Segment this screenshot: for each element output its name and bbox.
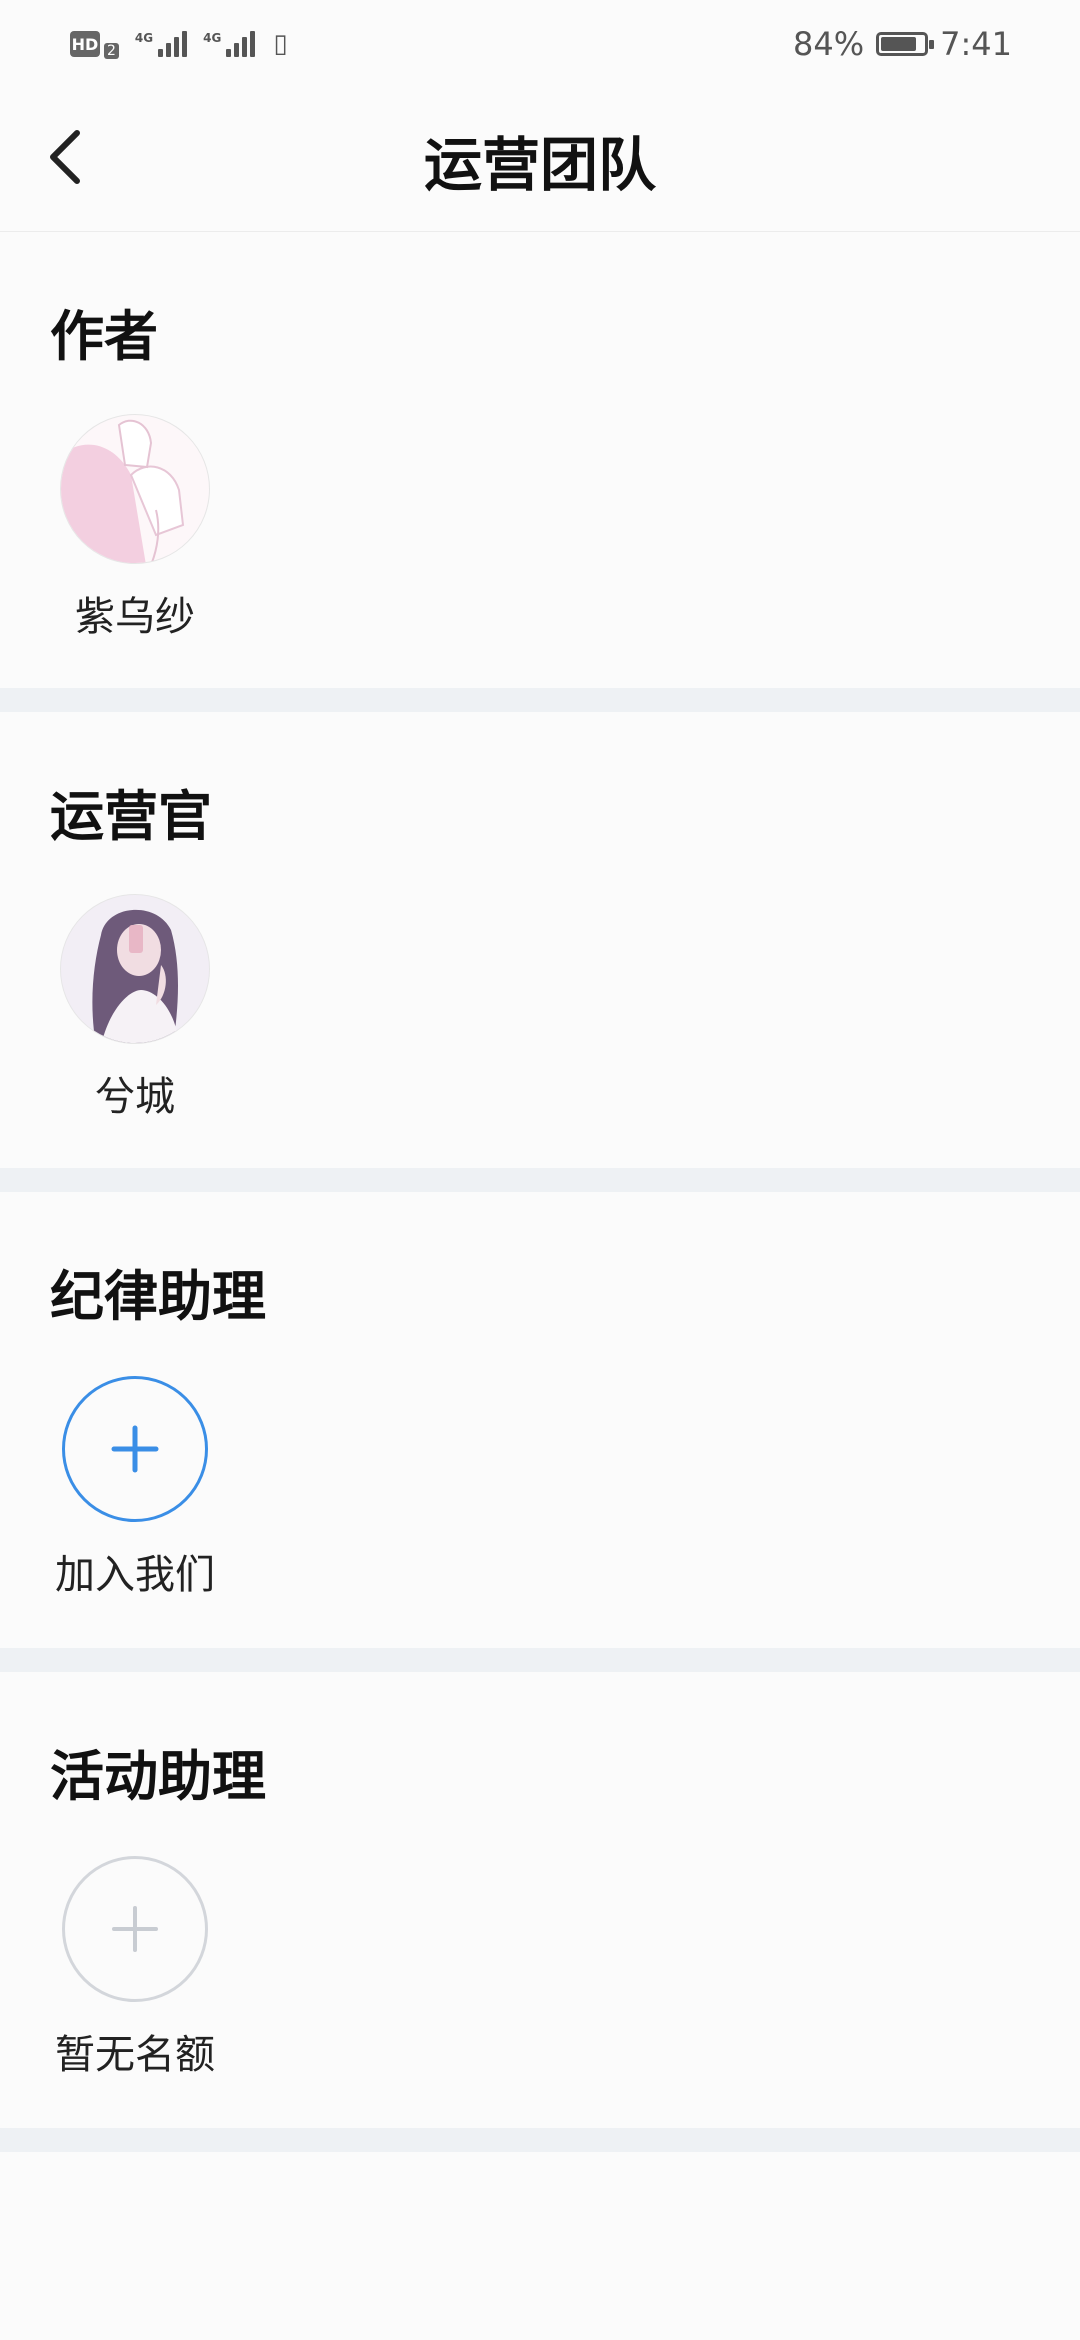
member-name: 紫乌纱 xyxy=(75,594,195,640)
section-divider xyxy=(0,1648,1080,1672)
hd-icon: HD xyxy=(70,31,100,57)
member-name: 兮城 xyxy=(95,1074,175,1120)
page-title: 运营团队 xyxy=(423,130,656,199)
signal-icon-2: 4G xyxy=(203,31,256,57)
no-slots-item: 暂无名额 xyxy=(50,1856,220,2080)
section-author: 作者 紫乌纱 xyxy=(0,232,1080,688)
battery-icon xyxy=(876,32,935,56)
status-left: HD 2 4G 4G ▯ xyxy=(70,29,288,59)
plus-icon xyxy=(112,1906,158,1952)
section-operator: 运营官 兮城 xyxy=(0,712,1080,1168)
section-title-discipline: 纪律助理 xyxy=(50,1264,266,1328)
avatar xyxy=(60,894,210,1044)
battery-fill xyxy=(881,37,917,51)
nav-bar: 运营团队 xyxy=(0,88,1080,232)
add-circle-disabled xyxy=(62,1856,208,2002)
join-us-label: 加入我们 xyxy=(55,1552,215,1598)
section-activity: 活动助理 暂无名额 xyxy=(0,1672,1080,2128)
signal-icon-1: 4G xyxy=(134,31,188,57)
section-title-author: 作者 xyxy=(50,304,158,368)
plus-icon xyxy=(111,1425,159,1473)
section-discipline: 纪律助理 加入我们 xyxy=(0,1192,1080,1648)
back-button[interactable] xyxy=(30,122,100,192)
section-title-activity: 活动助理 xyxy=(50,1744,266,1808)
vibrate-icon: ▯ xyxy=(273,29,288,59)
add-circle xyxy=(62,1376,208,1522)
battery-percent: 84% xyxy=(793,25,865,63)
section-title-operator: 运营官 xyxy=(50,784,212,848)
girl-photo-avatar xyxy=(61,895,209,1043)
status-bar: HD 2 4G 4G ▯ 84% 7:41 xyxy=(0,0,1080,88)
status-right: 84% 7:41 xyxy=(793,25,1012,63)
pink-illustration-avatar xyxy=(61,419,185,563)
member-author[interactable]: 紫乌纱 xyxy=(50,414,220,642)
avatar xyxy=(60,414,210,564)
network-type-1: 4G xyxy=(134,31,154,45)
no-slots-label: 暂无名额 xyxy=(55,2032,215,2078)
join-us-button[interactable]: 加入我们 xyxy=(50,1376,220,1600)
sim-number: 2 xyxy=(104,43,119,59)
section-divider xyxy=(0,1168,1080,1192)
network-type-2: 4G xyxy=(203,31,222,45)
clock: 7:41 xyxy=(940,25,1012,63)
chevron-left-icon xyxy=(50,130,80,184)
section-divider xyxy=(0,688,1080,712)
section-divider xyxy=(0,2128,1080,2152)
member-operator[interactable]: 兮城 xyxy=(50,894,220,1122)
